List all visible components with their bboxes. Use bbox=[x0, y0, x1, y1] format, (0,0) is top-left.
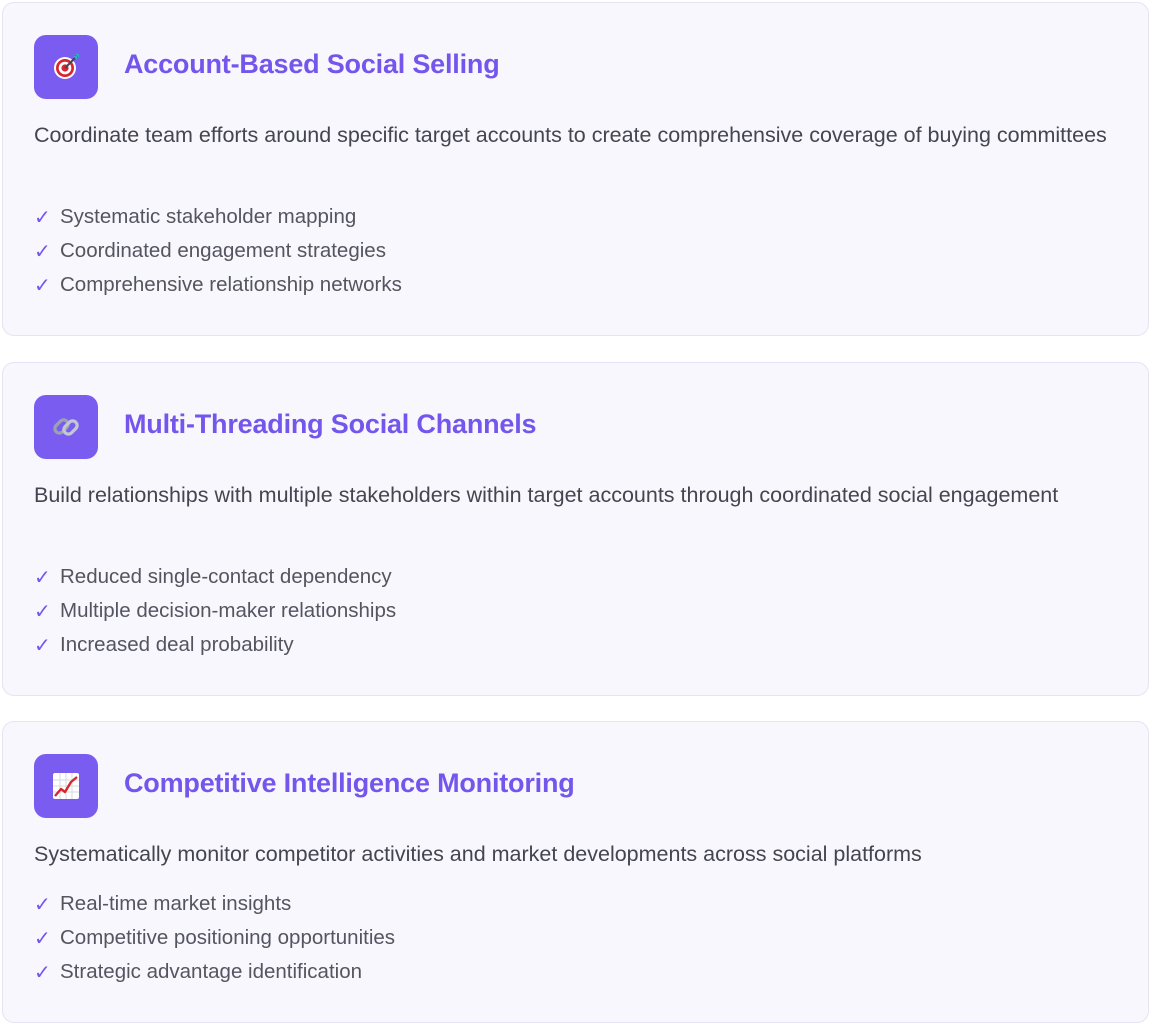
check-icon: ✓ bbox=[34, 206, 51, 229]
check-icon: ✓ bbox=[34, 566, 51, 589]
benefit-list: ✓ Real-time market insights ✓ Competitiv… bbox=[34, 887, 395, 989]
list-item: ✓ Real-time market insights bbox=[34, 887, 395, 921]
strategy-card-competitive-intelligence: Competitive Intelligence Monitoring Syst… bbox=[2, 721, 1149, 1023]
check-icon: ✓ bbox=[34, 893, 51, 916]
check-icon: ✓ bbox=[34, 274, 51, 297]
benefit-label: Multiple decision-maker relationships bbox=[60, 599, 397, 622]
benefit-label: Increased deal probability bbox=[60, 633, 294, 656]
link-icon bbox=[34, 395, 98, 459]
check-icon: ✓ bbox=[34, 600, 51, 623]
card-description: Coordinate team efforts around specific … bbox=[34, 123, 1107, 147]
card-title: Competitive Intelligence Monitoring bbox=[124, 768, 575, 798]
list-item: ✓ Multiple decision-maker relationships bbox=[34, 594, 396, 628]
list-item: ✓ Increased deal probability bbox=[34, 628, 396, 662]
benefit-label: Reduced single-contact dependency bbox=[60, 565, 392, 588]
card-title: Account-Based Social Selling bbox=[124, 49, 500, 79]
list-item: ✓ Competitive positioning opportunities bbox=[34, 921, 395, 955]
link-icon-graphic bbox=[53, 418, 79, 436]
card-description: Systematically monitor competitor activi… bbox=[34, 842, 922, 866]
benefit-list: ✓ Reduced single-contact dependency ✓ Mu… bbox=[34, 560, 396, 662]
check-icon: ✓ bbox=[34, 634, 51, 657]
list-item: ✓ Strategic advantage identification bbox=[34, 955, 395, 989]
benefit-list: ✓ Systematic stakeholder mapping ✓ Coord… bbox=[34, 200, 402, 302]
list-item: ✓ Comprehensive relationship networks bbox=[34, 268, 402, 302]
check-icon: ✓ bbox=[34, 961, 51, 984]
chart-increasing-icon bbox=[34, 754, 98, 818]
card-description: Build relationships with multiple stakeh… bbox=[34, 483, 1059, 507]
strategy-card-multi-threading: Multi-Threading Social Channels Build re… bbox=[2, 362, 1149, 696]
check-icon: ✓ bbox=[34, 927, 51, 950]
benefit-label: Strategic advantage identification bbox=[60, 960, 363, 983]
list-item: ✓ Reduced single-contact dependency bbox=[34, 560, 396, 594]
benefit-label: Comprehensive relationship networks bbox=[60, 273, 402, 296]
chart-increasing-icon-graphic bbox=[53, 773, 79, 799]
target-icon bbox=[34, 35, 98, 99]
benefit-label: Systematic stakeholder mapping bbox=[60, 205, 357, 228]
benefit-label: Real-time market insights bbox=[60, 892, 292, 915]
list-item: ✓ Systematic stakeholder mapping bbox=[34, 200, 402, 234]
benefit-label: Competitive positioning opportunities bbox=[60, 926, 396, 949]
list-item: ✓ Coordinated engagement strategies bbox=[34, 234, 402, 268]
target-icon-graphic bbox=[54, 54, 79, 79]
strategy-card-account-based: Account-Based Social Selling Coordinate … bbox=[2, 2, 1149, 336]
card-title: Multi-Threading Social Channels bbox=[124, 409, 537, 439]
benefit-label: Coordinated engagement strategies bbox=[60, 239, 386, 262]
check-icon: ✓ bbox=[34, 240, 51, 263]
